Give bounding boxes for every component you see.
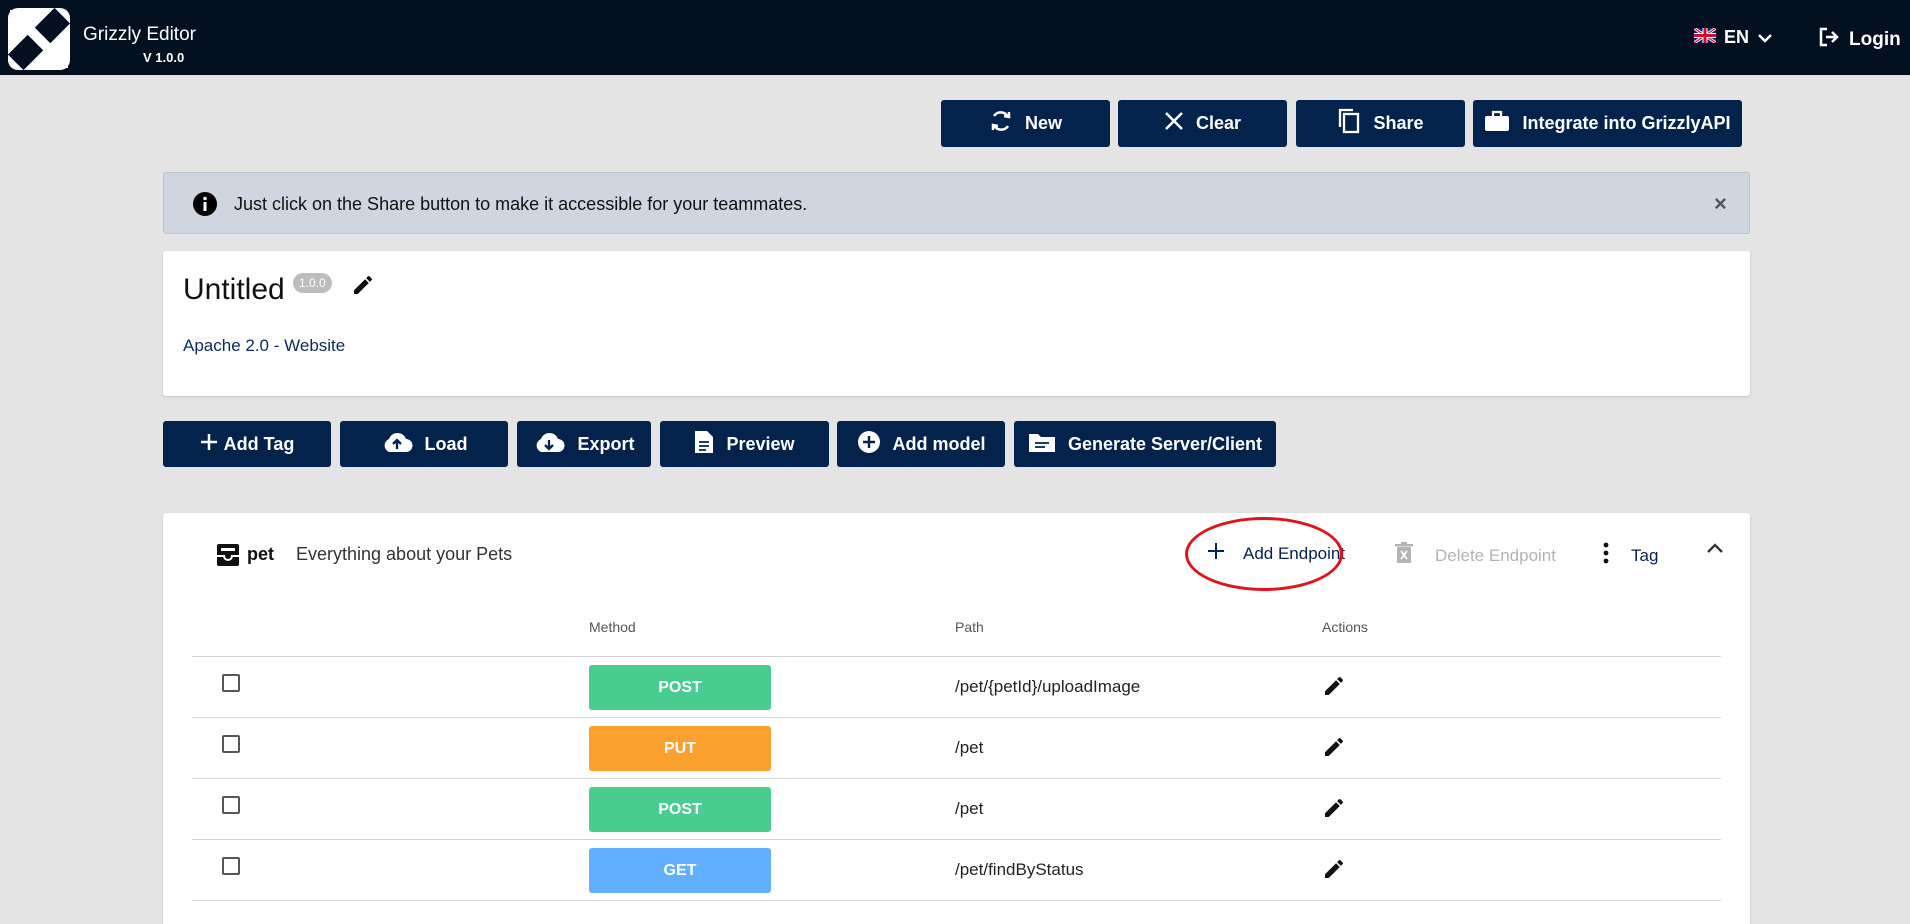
pencil-icon[interactable] xyxy=(1322,796,1346,825)
preview-button[interactable]: Preview xyxy=(660,421,829,467)
header-actions: Actions xyxy=(1322,619,1368,635)
plus-circle-icon xyxy=(857,430,881,459)
row-checkbox[interactable] xyxy=(222,796,240,814)
share-label: Share xyxy=(1373,113,1424,133)
pencil-icon[interactable] xyxy=(1322,674,1346,703)
version-badge: 1.0.0 xyxy=(293,273,332,293)
folder-icon xyxy=(1028,431,1056,458)
alert-close-button[interactable]: × xyxy=(1714,191,1727,217)
tag-panel: pet Everything about your Pets Add Endpo… xyxy=(163,513,1750,924)
export-button[interactable]: Export xyxy=(517,421,651,467)
table-row: POST /pet xyxy=(192,779,1721,840)
language-selector[interactable]: EN xyxy=(1693,26,1773,48)
delete-endpoint-label: Delete Endpoint xyxy=(1435,545,1556,565)
add-tag-label: Add Tag xyxy=(223,433,295,454)
cloud-upload-icon xyxy=(381,431,413,458)
briefcase-icon xyxy=(1484,110,1510,137)
clear-button[interactable]: Clear xyxy=(1118,100,1287,147)
login-icon xyxy=(1818,27,1840,53)
pencil-icon[interactable] xyxy=(1322,857,1346,886)
table-row: POST /pet/{petId}/uploadImage xyxy=(192,657,1721,718)
integrate-button[interactable]: Integrate into GrizzlyAPI xyxy=(1473,100,1742,147)
trash-icon xyxy=(1395,542,1413,569)
copy-icon xyxy=(1337,108,1361,139)
tag-menu-label: Tag xyxy=(1631,545,1659,565)
plus-icon xyxy=(1207,542,1225,565)
table-row: PUT /pet xyxy=(192,718,1721,779)
add-tag-button[interactable]: Add Tag xyxy=(163,421,331,467)
api-title: Untitled xyxy=(183,273,285,306)
pencil-icon[interactable] xyxy=(1322,735,1346,764)
row-checkbox[interactable] xyxy=(222,857,240,875)
endpoint-path: /pet/findByStatus xyxy=(955,860,1084,879)
endpoint-path: /pet/{petId}/uploadImage xyxy=(955,677,1141,696)
header-method: Method xyxy=(589,619,636,635)
chevron-up-icon[interactable] xyxy=(1706,541,1724,559)
method-badge: POST xyxy=(589,665,771,710)
load-button[interactable]: Load xyxy=(340,421,508,467)
preview-label: Preview xyxy=(726,433,795,454)
method-badge: PUT xyxy=(589,726,771,771)
add-endpoint-label: Add Endpoint xyxy=(1243,543,1346,563)
login-button[interactable]: Login xyxy=(1818,27,1901,53)
endpoint-path: /pet xyxy=(955,738,984,757)
export-label: Export xyxy=(577,433,635,454)
share-button[interactable]: Share xyxy=(1296,100,1465,147)
cloud-download-icon xyxy=(533,431,565,458)
load-label: Load xyxy=(424,433,468,454)
row-checkbox[interactable] xyxy=(222,674,240,692)
tag-header: pet Everything about your Pets Add Endpo… xyxy=(163,513,1750,593)
plus-icon xyxy=(200,433,218,456)
method-badge: GET xyxy=(589,848,771,893)
app-name: Grizzly Editor xyxy=(83,24,196,45)
api-info-card: Untitled 1.0.0 Apache 2.0 - Website xyxy=(163,251,1750,396)
generate-label: Generate Server/Client xyxy=(1067,433,1263,454)
header-path: Path xyxy=(955,619,984,635)
add-endpoint-button[interactable]: Add Endpoint xyxy=(1207,542,1345,565)
document-icon xyxy=(694,430,714,459)
integrate-label: Integrate into GrizzlyAPI xyxy=(1522,113,1731,133)
tag-menu-button[interactable]: Tag xyxy=(1603,542,1658,569)
grizzly-logo[interactable] xyxy=(7,7,71,71)
tag-description: Everything about your Pets xyxy=(296,544,513,564)
endpoint-path: /pet xyxy=(955,799,984,818)
top-bar: Grizzly Editor V 1.0.0 EN Login xyxy=(0,0,1910,75)
login-label: Login xyxy=(1849,29,1901,50)
language-code: EN xyxy=(1724,27,1750,47)
more-vertical-icon xyxy=(1603,542,1609,569)
license-link[interactable]: Apache 2.0 - Website xyxy=(183,336,345,356)
pencil-icon[interactable] xyxy=(351,273,375,302)
chevron-down-icon xyxy=(1757,27,1773,48)
new-label: New xyxy=(1024,113,1062,133)
inbox-icon xyxy=(216,543,240,572)
uk-flag-icon xyxy=(1693,26,1717,48)
delete-endpoint-button[interactable]: Delete Endpoint xyxy=(1395,542,1556,569)
table-header: Method Path Actions xyxy=(192,593,1721,657)
app-version: V 1.0.0 xyxy=(143,50,185,65)
endpoint-table: Method Path Actions POST /pet/{petId}/up… xyxy=(192,593,1721,901)
generate-button[interactable]: Generate Server/Client xyxy=(1014,421,1276,467)
row-checkbox[interactable] xyxy=(222,735,240,753)
alert-message: Just click on the Share button to make i… xyxy=(234,194,808,214)
add-model-label: Add model xyxy=(892,433,986,454)
table-row: GET /pet/findByStatus xyxy=(192,840,1721,901)
clear-label: Clear xyxy=(1195,113,1242,133)
close-icon xyxy=(1164,111,1184,136)
tag-name: pet xyxy=(247,544,274,564)
refresh-icon xyxy=(989,108,1013,139)
info-icon xyxy=(192,191,218,222)
add-model-button[interactable]: Add model xyxy=(837,421,1005,467)
method-badge: POST xyxy=(589,787,771,832)
new-button[interactable]: New xyxy=(941,100,1110,147)
info-alert: Just click on the Share button to make i… xyxy=(163,172,1750,234)
